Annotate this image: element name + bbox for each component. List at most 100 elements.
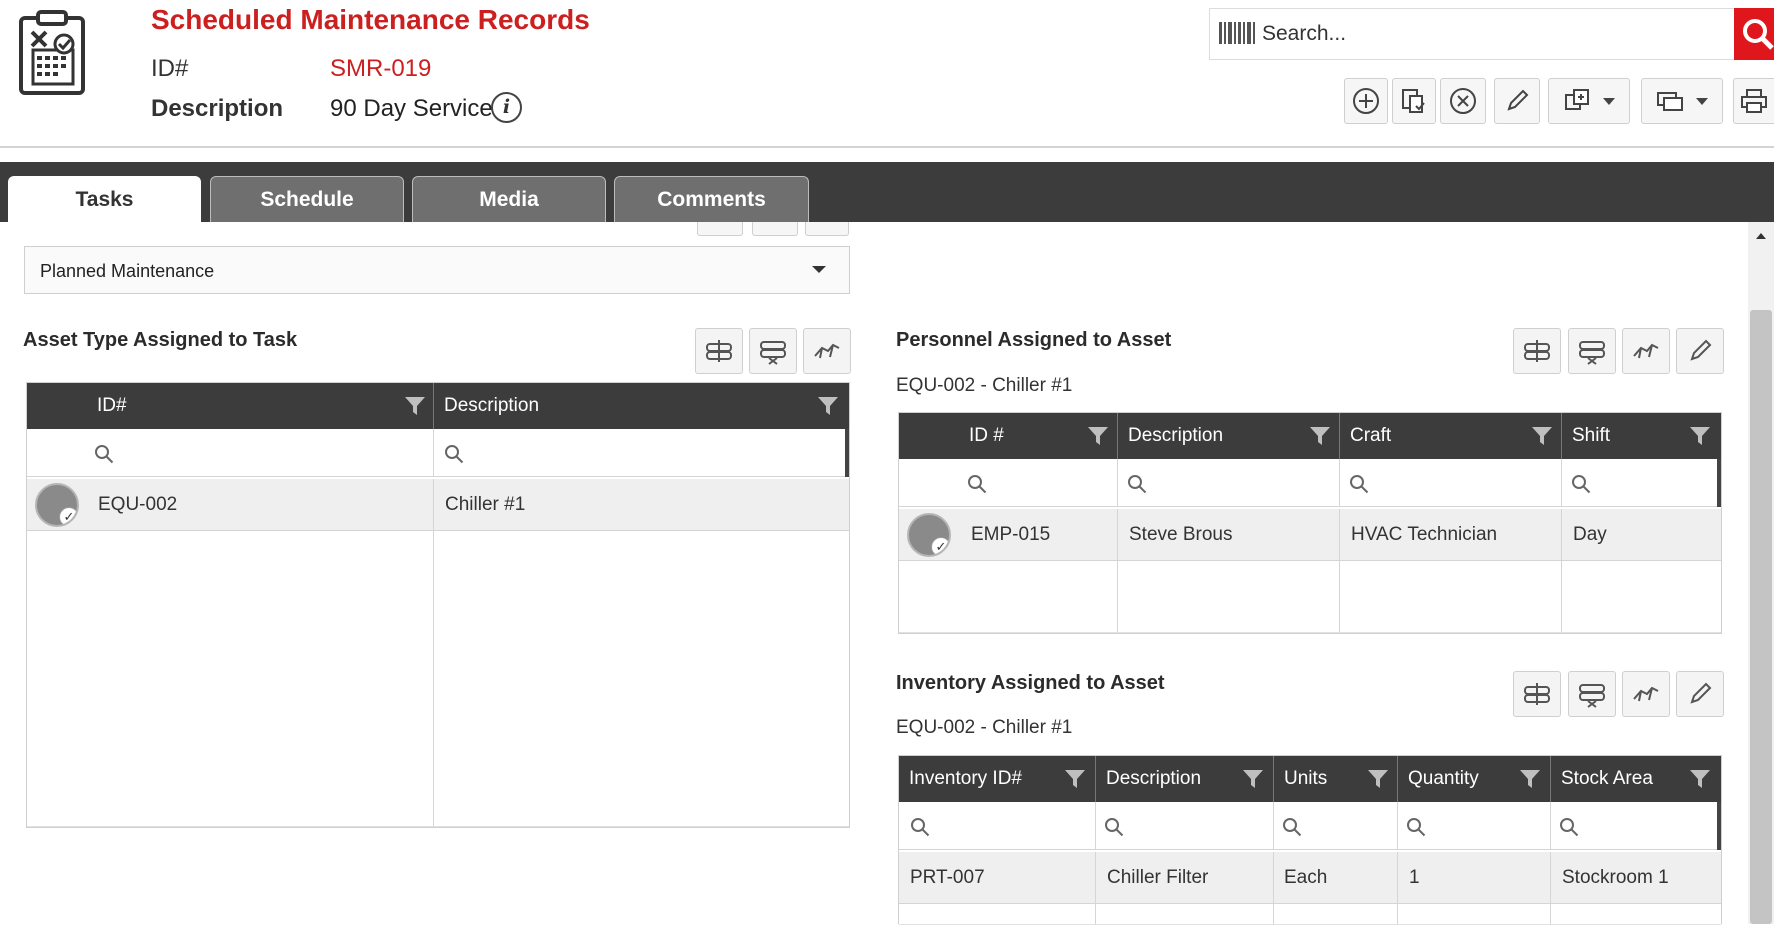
- filter-icon[interactable]: [818, 397, 838, 415]
- empty-cell: [1274, 904, 1398, 925]
- handshake-button[interactable]: [1622, 671, 1670, 717]
- table-row[interactable]: PRT-007: [899, 852, 1096, 904]
- filter-icon[interactable]: [1065, 770, 1085, 788]
- search-input[interactable]: [1262, 12, 1732, 56]
- partial-toolbar-button[interactable]: [752, 222, 798, 236]
- edit-button[interactable]: [1676, 671, 1724, 717]
- column-header-stock-area[interactable]: Stock Area: [1551, 756, 1721, 802]
- column-header-description[interactable]: Description: [1096, 756, 1274, 802]
- table-row[interactable]: ✓ EQU-002: [27, 479, 434, 531]
- personnel-title: Personnel Assigned to Asset: [896, 329, 1172, 351]
- search-button[interactable]: [1734, 8, 1774, 60]
- filter-cell-craft[interactable]: [1340, 459, 1562, 507]
- column-header-shift[interactable]: Shift: [1562, 413, 1721, 459]
- filter-icon[interactable]: [1368, 770, 1388, 788]
- filter-cell-description[interactable]: [434, 429, 849, 477]
- link-button[interactable]: [1513, 671, 1561, 717]
- table-row[interactable]: 1: [1398, 852, 1551, 904]
- inventory-subtitle: EQU-002 - Chiller #1: [896, 717, 1073, 738]
- handshake-button[interactable]: [1622, 328, 1670, 374]
- tab-comments[interactable]: Comments: [614, 176, 809, 222]
- unlink-button[interactable]: [1568, 328, 1616, 374]
- print-button[interactable]: [1733, 78, 1774, 124]
- column-header-label: Stock Area: [1561, 768, 1653, 789]
- filter-icon[interactable]: [1088, 427, 1108, 445]
- header-divider: [0, 146, 1774, 148]
- filter-cell-id[interactable]: [899, 459, 1118, 507]
- filter-icon[interactable]: [1310, 427, 1330, 445]
- copy-button[interactable]: [1392, 78, 1436, 124]
- chevron-down-icon: [1696, 97, 1708, 105]
- cell-craft: HVAC Technician: [1351, 524, 1498, 545]
- scrollbar-thumb[interactable]: [1750, 310, 1772, 924]
- filter-cell-stock-area[interactable]: [1551, 802, 1721, 850]
- filter-icon[interactable]: [1532, 427, 1552, 445]
- tab-tasks[interactable]: Tasks: [8, 176, 201, 222]
- column-header-id[interactable]: ID #: [899, 413, 1118, 459]
- table-row[interactable]: Chiller #1: [434, 479, 849, 531]
- column-header-description[interactable]: Description: [1118, 413, 1340, 459]
- filter-icon[interactable]: [1690, 770, 1710, 788]
- filter-icon[interactable]: [405, 397, 425, 415]
- column-header-label: ID #: [969, 425, 1004, 446]
- search-icon: [1407, 818, 1426, 837]
- edit-button[interactable]: [1676, 328, 1724, 374]
- unlink-icon: [1579, 684, 1605, 708]
- column-header-label: Shift: [1572, 425, 1611, 446]
- column-header-craft[interactable]: Craft: [1340, 413, 1562, 459]
- unlink-icon: [1579, 341, 1605, 365]
- table-row[interactable]: Each: [1274, 852, 1398, 904]
- asset-type-title: Asset Type Assigned to Task: [23, 329, 298, 351]
- message-icon: [1657, 92, 1683, 111]
- barcode-icon[interactable]: [1219, 22, 1255, 44]
- edit-button[interactable]: [1494, 78, 1540, 124]
- filter-icon[interactable]: [1690, 427, 1710, 445]
- avatar: ✓: [907, 513, 951, 557]
- scroll-up-arrow-icon[interactable]: [1750, 226, 1772, 246]
- handshake-button[interactable]: [803, 328, 851, 374]
- filter-cell-inventory-id[interactable]: [899, 802, 1096, 850]
- message-button[interactable]: [1641, 78, 1723, 124]
- table-row[interactable]: HVAC Technician: [1340, 509, 1562, 561]
- table-row[interactable]: Stockroom 1: [1551, 852, 1721, 904]
- filter-icon[interactable]: [1243, 770, 1263, 788]
- column-header-quantity[interactable]: Quantity: [1398, 756, 1551, 802]
- search-icon: [1105, 818, 1124, 837]
- partial-toolbar-button[interactable]: [697, 222, 743, 236]
- search-icon: [445, 445, 464, 464]
- link-icon: [1524, 340, 1550, 362]
- filter-cell-shift[interactable]: [1562, 459, 1721, 507]
- filter-cell-units[interactable]: [1274, 802, 1398, 850]
- column-header-description[interactable]: Description: [434, 383, 849, 429]
- tab-media[interactable]: Media: [412, 176, 606, 222]
- table-row[interactable]: Chiller Filter: [1096, 852, 1274, 904]
- filter-icon[interactable]: [1520, 770, 1540, 788]
- filter-cell-quantity[interactable]: [1398, 802, 1551, 850]
- clone-button[interactable]: [1548, 78, 1630, 124]
- unlink-button[interactable]: [1568, 671, 1616, 717]
- filter-cell-description[interactable]: [1118, 459, 1340, 507]
- grid-divider: [1717, 459, 1721, 507]
- unlink-button[interactable]: [749, 328, 797, 374]
- partial-toolbar-button[interactable]: [805, 222, 849, 236]
- column-header-inventory-id[interactable]: Inventory ID#: [899, 756, 1096, 802]
- tab-schedule[interactable]: Schedule: [210, 176, 404, 222]
- column-header-id[interactable]: ID#: [27, 383, 434, 429]
- column-header-units[interactable]: Units: [1274, 756, 1398, 802]
- table-row[interactable]: Steve Brous: [1118, 509, 1340, 561]
- search-icon: [95, 445, 114, 464]
- inventory-title: Inventory Assigned to Asset: [896, 672, 1165, 694]
- table-row[interactable]: Day: [1562, 509, 1721, 561]
- table-row[interactable]: ✓ EMP-015: [899, 509, 1118, 561]
- info-icon[interactable]: i: [491, 92, 522, 123]
- cancel-button[interactable]: [1440, 78, 1486, 124]
- cell-description: Steve Brous: [1129, 524, 1233, 545]
- filter-cell-description[interactable]: [1096, 802, 1274, 850]
- personnel-grid: ID # Description Craft Shift ✓ EMP-015 S…: [898, 412, 1722, 634]
- add-button[interactable]: [1344, 78, 1388, 124]
- link-button[interactable]: [1513, 328, 1561, 374]
- page-title: Scheduled Maintenance Records: [151, 4, 590, 35]
- description-label: Description: [151, 95, 284, 122]
- link-button[interactable]: [695, 328, 743, 374]
- filter-cell-id[interactable]: [27, 429, 434, 477]
